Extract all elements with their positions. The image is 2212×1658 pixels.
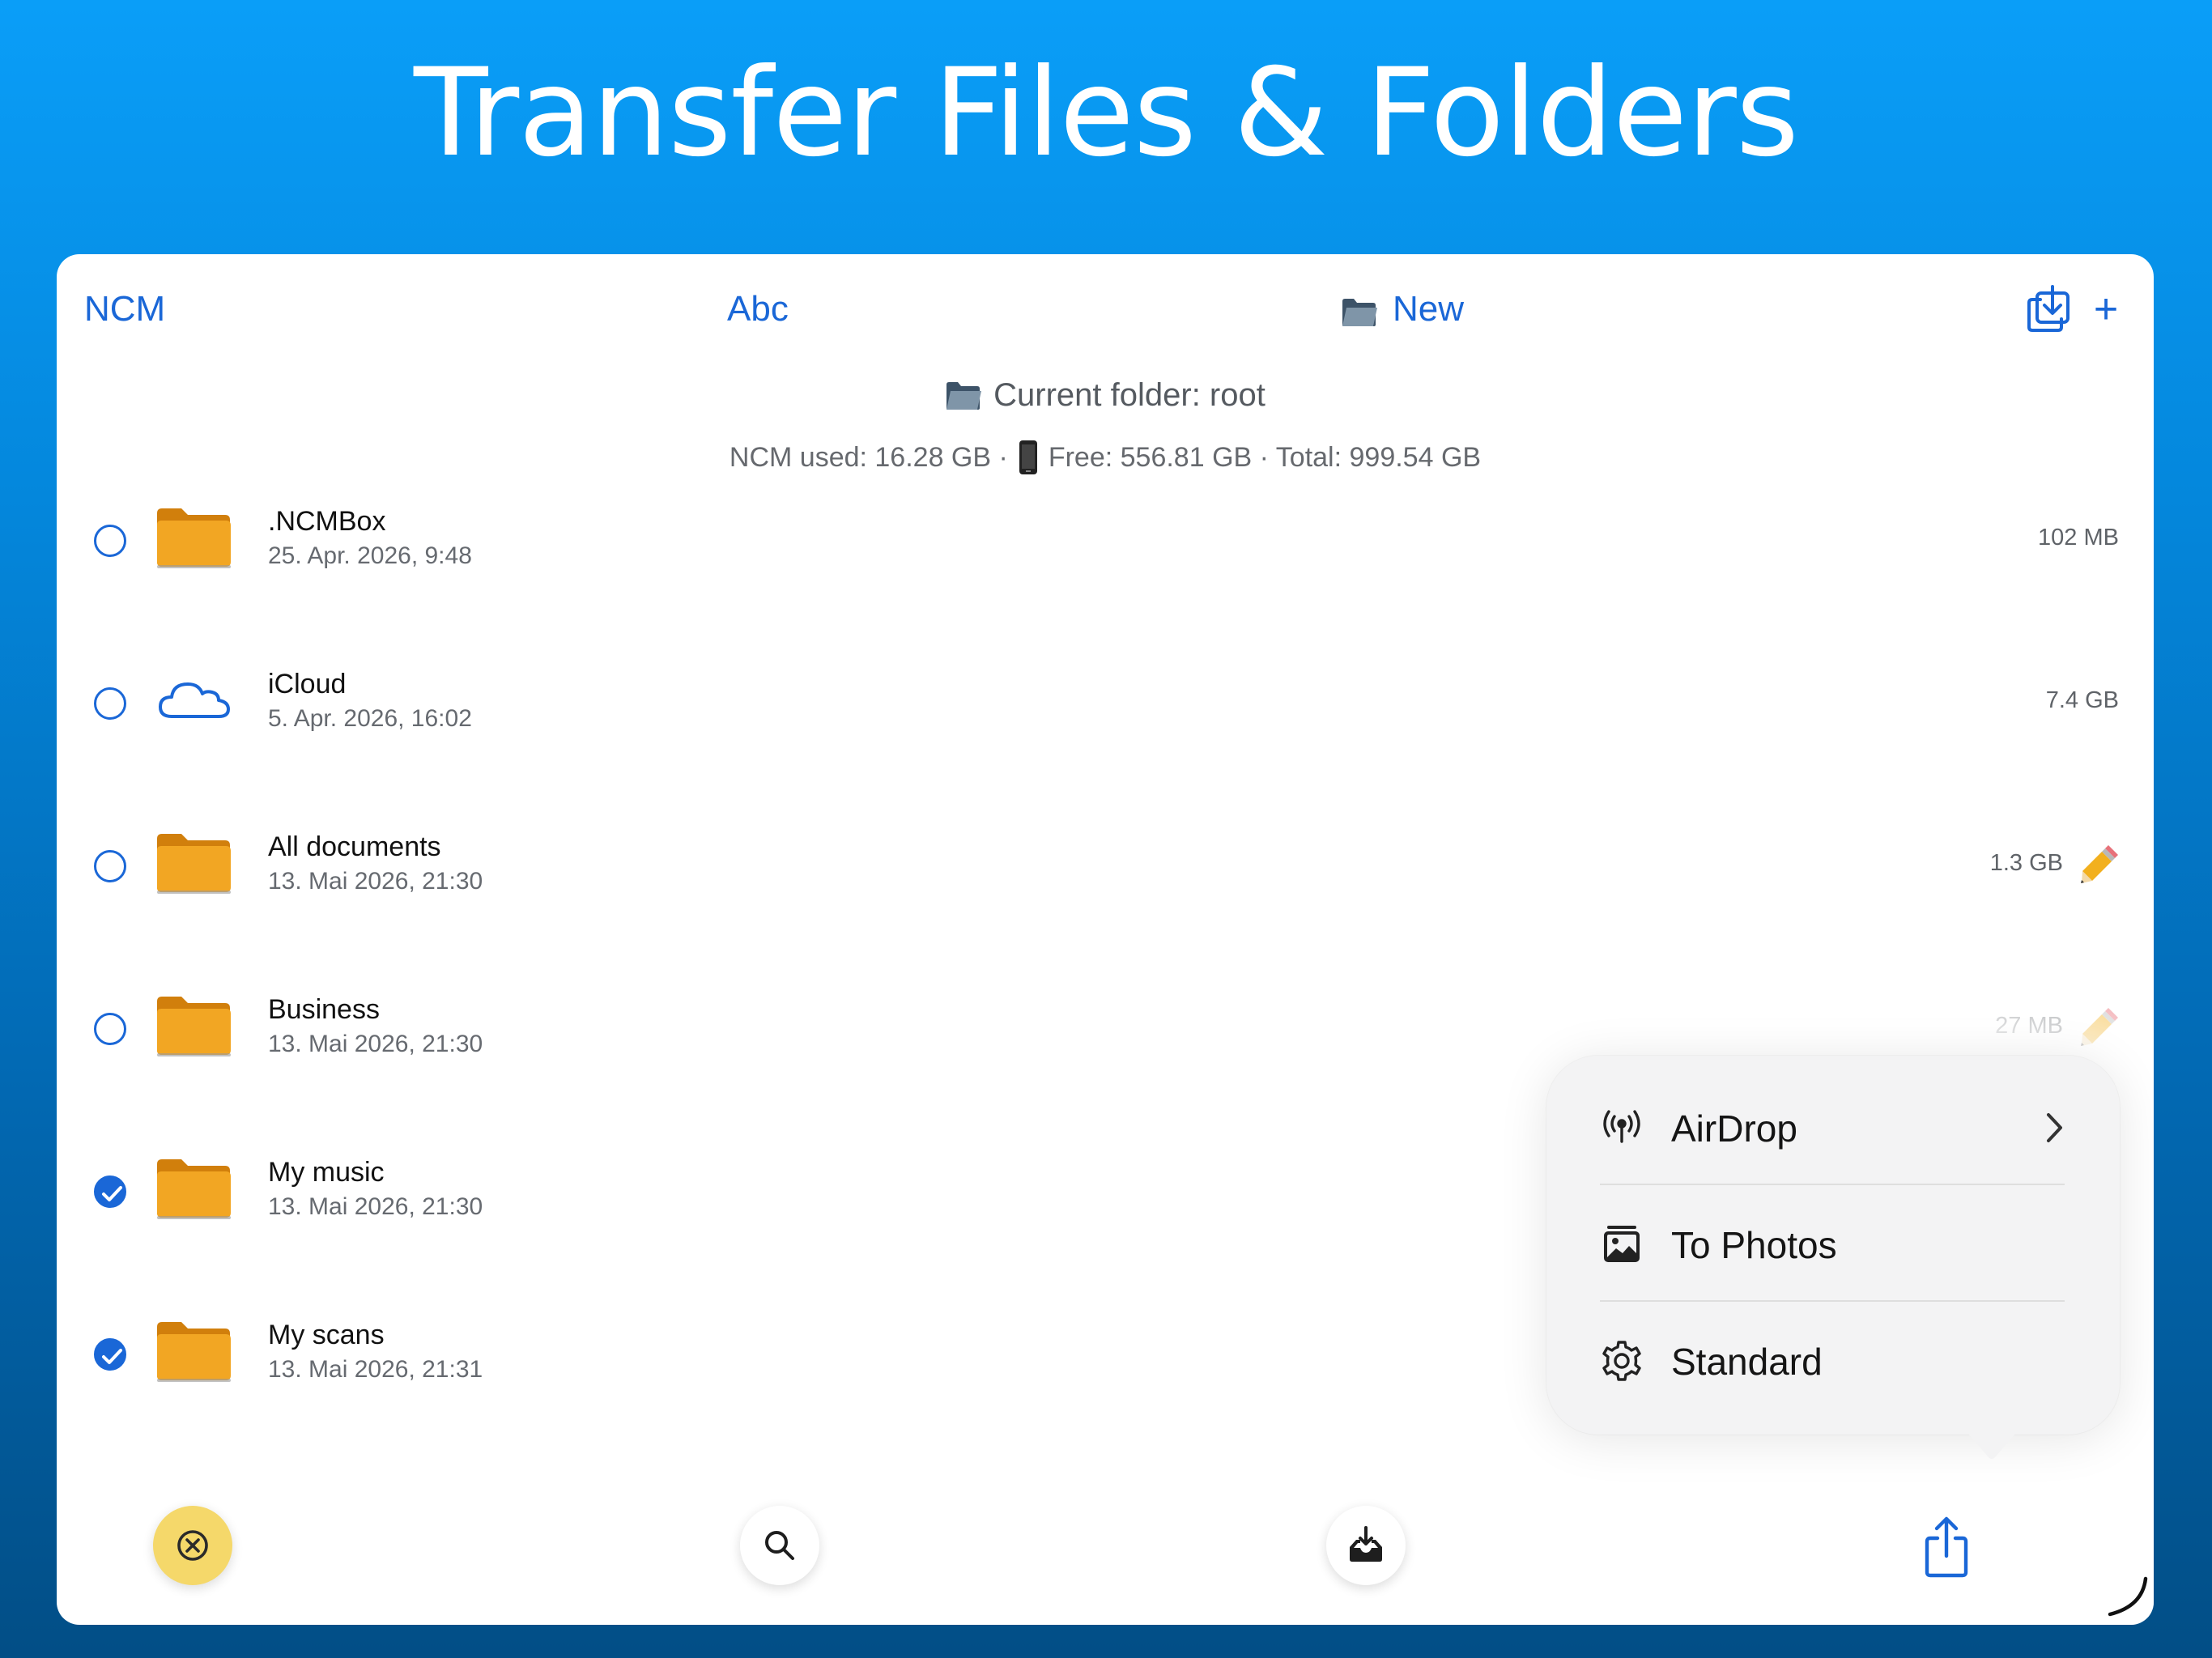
menu-separator — [1600, 1300, 2065, 1302]
file-row[interactable]: All documents 13. Mai 2026, 21:30 1.3 GB — [57, 782, 2154, 944]
menu-item-label: AirDrop — [1671, 1107, 1797, 1150]
headline: Transfer Files & Folders — [413, 43, 1799, 184]
search-button[interactable] — [740, 1506, 819, 1585]
search-icon — [765, 1531, 794, 1560]
ncm-button[interactable]: NCM — [84, 285, 165, 334]
file-manager-window: NCM Abc New + Current folder: root NCM u… — [57, 254, 2154, 1625]
share-button[interactable] — [1914, 1514, 1979, 1582]
file-name: My scans — [268, 1320, 385, 1350]
file-date: 5. Apr. 2026, 16:02 — [268, 705, 472, 732]
current-folder-label: Current folder: root — [993, 377, 1266, 413]
menu-item-label: To Photos — [1671, 1224, 1837, 1266]
folder-icon — [154, 1148, 235, 1226]
extract-button[interactable] — [1326, 1506, 1406, 1585]
file-name: Business — [268, 994, 380, 1025]
file-date: 13. Mai 2026, 21:30 — [268, 868, 483, 895]
checkbox-unchecked[interactable] — [94, 850, 126, 882]
menu-item-airdrop[interactable]: AirDrop — [1546, 1070, 2120, 1184]
file-date: 13. Mai 2026, 21:30 — [268, 1193, 483, 1220]
share-menu: AirDrop To Photos Standard — [1546, 1056, 2120, 1435]
file-name: .NCMBox — [268, 506, 386, 537]
folder-icon — [154, 985, 235, 1063]
menu-item-standard[interactable]: Standard — [1546, 1303, 2120, 1417]
airdrop-icon — [1600, 1106, 1644, 1150]
new-folder-label: New — [1393, 289, 1465, 329]
resize-handle[interactable] — [2105, 1574, 2150, 1619]
checkbox-checked[interactable] — [94, 1175, 126, 1208]
file-date: 13. Mai 2026, 21:31 — [268, 1356, 483, 1383]
file-row[interactable]: iCloud 5. Apr. 2026, 16:02 7.4 GB — [57, 619, 2154, 781]
rename-pencil-icon[interactable] — [2079, 842, 2121, 884]
file-date: 13. Mai 2026, 21:30 — [268, 1031, 483, 1057]
tray-download-icon — [1350, 1526, 1382, 1562]
file-size: 102 MB — [2038, 525, 2119, 551]
photos-icon — [1600, 1222, 1644, 1266]
menu-pointer — [1967, 1433, 2016, 1460]
rename-pencil-icon[interactable] — [2079, 1005, 2121, 1047]
folder-icon — [154, 497, 235, 575]
current-folder: Current folder: root — [57, 372, 2154, 418]
checkbox-unchecked[interactable] — [94, 1013, 126, 1045]
add-button[interactable]: + — [2086, 283, 2126, 335]
menu-separator — [1600, 1184, 2065, 1185]
checkbox-unchecked[interactable] — [94, 525, 126, 557]
sort-button[interactable]: Abc — [727, 285, 789, 334]
menu-item-to-photos[interactable]: To Photos — [1546, 1187, 2120, 1300]
share-icon — [1925, 1516, 1968, 1578]
cancel-selection-button[interactable] — [153, 1506, 232, 1585]
file-size: 7.4 GB — [2045, 687, 2119, 713]
file-name: All documents — [268, 831, 441, 862]
checkbox-unchecked[interactable] — [94, 687, 126, 720]
cloud-icon — [154, 660, 235, 738]
menu-item-label: Standard — [1671, 1341, 1823, 1383]
new-folder-button[interactable]: New — [1341, 285, 1464, 334]
close-circle-icon — [177, 1530, 208, 1561]
gear-icon — [1600, 1339, 1644, 1383]
file-date: 25. Apr. 2026, 9:48 — [268, 542, 472, 569]
folder-icon — [1341, 293, 1378, 326]
file-name: iCloud — [268, 669, 347, 699]
open-folder-icon — [945, 379, 982, 411]
file-size: 1.3 GB — [1989, 850, 2063, 876]
checkbox-checked[interactable] — [94, 1338, 126, 1371]
file-size: 27 MB — [1995, 1013, 2063, 1039]
chevron-right-icon — [2042, 1109, 2066, 1146]
file-row[interactable]: .NCMBox 25. Apr. 2026, 9:48 102 MB — [57, 457, 2154, 619]
folder-icon — [154, 823, 235, 900]
file-name: My music — [268, 1157, 385, 1188]
folder-icon — [154, 1311, 235, 1388]
import-icon[interactable] — [2024, 283, 2073, 335]
